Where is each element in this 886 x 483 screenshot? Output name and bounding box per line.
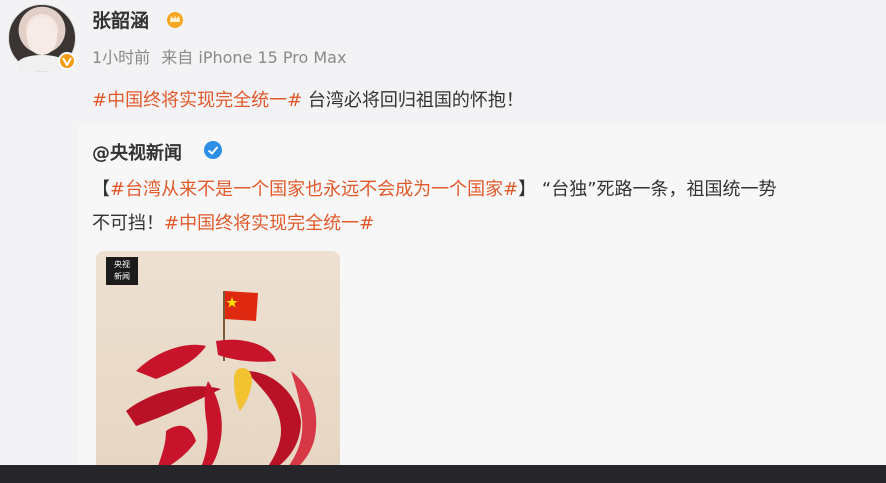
- verified-blue-icon: [204, 141, 222, 159]
- post-meta: 1小时前 来自 iPhone 15 Pro Max: [92, 44, 352, 68]
- bracket-open: 【: [92, 179, 110, 200]
- post-text: #中国终将实现完全统一# 台湾必将回归祖国的怀抱！: [92, 86, 524, 112]
- post-body: 台湾必将回归祖国的怀抱！: [302, 90, 524, 111]
- reposted-content[interactable]: @央视新闻 【#台湾从来不是一个国家也永远不会成为一个国家#】 “台独”死路一条…: [78, 125, 886, 483]
- repost-topic-1[interactable]: #台湾从来不是一个国家也永远不会成为一个国家#: [110, 179, 518, 200]
- video-caption-strip: [0, 465, 886, 483]
- weibo-post: 张韶涵 1小时前 来自 iPhone 15 Pro Max #中国终将实现完全统…: [0, 0, 886, 483]
- repost-text-line2: 不可挡！: [92, 213, 164, 234]
- post-time: 1小时前: [92, 48, 151, 67]
- post-source: 来自 iPhone 15 Pro Max: [161, 48, 347, 67]
- verified-badge-icon: [58, 52, 76, 70]
- repost-text-line1: 】 “台独”死路一条，祖国统一势: [518, 179, 777, 200]
- username[interactable]: 张韶涵: [92, 6, 149, 33]
- post-image[interactable]: 央视 新闻: [96, 251, 340, 483]
- repost-text: 【#台湾从来不是一个国家也永远不会成为一个国家#】 “台独”死路一条，祖国统一势…: [92, 173, 872, 241]
- repost-topic-2[interactable]: #中国终将实现完全统一#: [164, 213, 374, 234]
- topic-link[interactable]: #中国终将实现完全统一#: [92, 90, 302, 111]
- unification-artwork: [126, 291, 317, 481]
- vip-crown-icon: [167, 12, 183, 28]
- repost-author[interactable]: @央视新闻: [92, 139, 182, 165]
